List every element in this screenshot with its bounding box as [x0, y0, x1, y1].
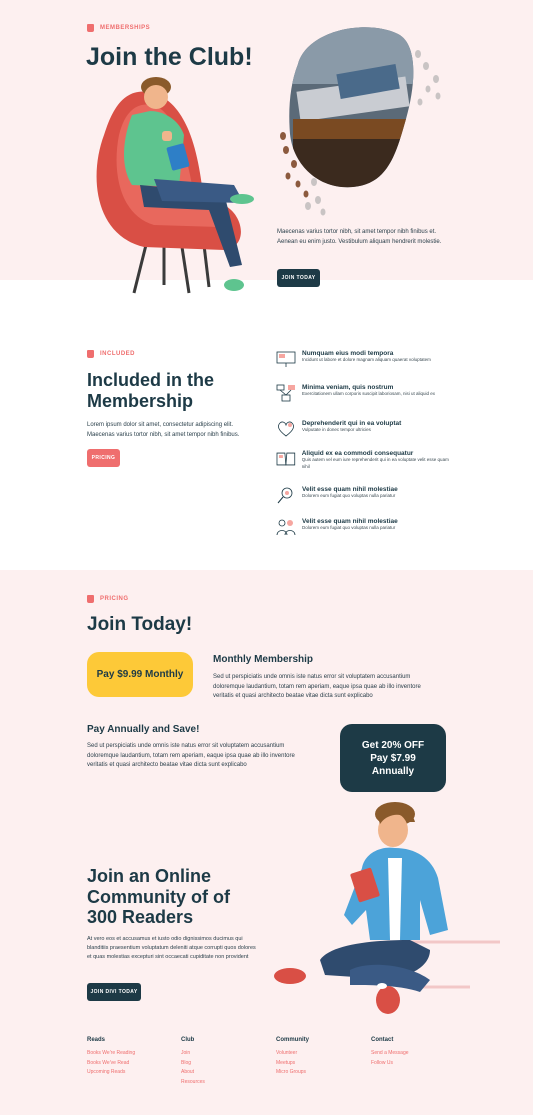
hero-background: [0, 0, 533, 300]
feature-item: Deprehenderit qui in ea voluptat Vulputa…: [276, 420, 456, 450]
footer-link[interactable]: Meetups: [276, 1059, 371, 1069]
footer-heading: Contact: [371, 1037, 394, 1043]
included-description: Lorem ipsum dolor sit amet, consectetur …: [87, 422, 240, 438]
footer-link[interactable]: Volunteer: [276, 1049, 371, 1059]
hero-description: Maecenas varius tortor nibh, sit amet te…: [277, 229, 442, 245]
pricing-eyebrow-label: PRICING: [100, 596, 129, 602]
feature-item: Aliquid ex ea commodi consequatur Quis a…: [276, 450, 456, 486]
footer-link[interactable]: About: [181, 1068, 276, 1078]
seated-reader-illustration: [274, 802, 500, 1014]
footer-column-club: Club Join Blog About Resources: [181, 1037, 276, 1087]
included-title-line2: Membership: [87, 390, 194, 411]
footer-column-community: Community Volunteer Meetups Micro Groups: [276, 1037, 371, 1078]
feature-description: Vulputate in donec tempor ultricies: [302, 427, 371, 432]
feature-item: Numquam eius modi tempora Incidunt ut la…: [276, 350, 456, 384]
pricing-title: Join Today!: [87, 614, 193, 635]
feature-title: Aliquid ex ea commodi consequatur: [301, 450, 414, 457]
reader-in-chair-illustration: [96, 77, 254, 294]
search-person-icon: [277, 487, 293, 504]
features-list: Numquam eius modi tempora Incidunt ut la…: [276, 350, 456, 548]
community-title: Join an Online Community of of 300 Reade…: [87, 866, 230, 928]
footer-link[interactable]: Follow Us: [371, 1059, 466, 1069]
feature-title: Minima veniam, quis nostrum: [302, 384, 394, 391]
monthly-description: Sed ut perspiciatis unde omnis iste natu…: [213, 674, 421, 700]
annual-price-line2: Pay $7.99: [370, 752, 416, 764]
annual-price-line1: Get 20% OFF: [361, 739, 425, 751]
pricing-button[interactable]: PRICING: [87, 449, 120, 467]
footer-link[interactable]: Blog: [181, 1059, 276, 1069]
cup-icon: [87, 595, 94, 603]
footer-link[interactable]: Upcoming Reads: [87, 1068, 182, 1078]
feature-description: Incidunt ut labore et dolore magnam aliq…: [302, 357, 431, 362]
open-book-icon: [276, 452, 296, 466]
footer-heading: Reads: [87, 1037, 106, 1043]
feature-title: Velit esse quam nihil molestiae: [302, 486, 398, 493]
monthly-title: Monthly Membership: [213, 654, 314, 665]
pricing-eyebrow: PRICING: [87, 595, 129, 603]
footer-heading: Community: [276, 1037, 309, 1043]
reading-photo-blob: [280, 27, 441, 216]
feature-description: Exercitationem ullam corporis suscipit l…: [302, 391, 436, 396]
footer-link[interactable]: Join: [181, 1049, 276, 1059]
community-description: At vero eos et accusamus et iusto odio d…: [87, 936, 256, 960]
presentation-icon: [276, 351, 296, 367]
included-eyebrow-label: INCLUDED: [100, 351, 135, 357]
cup-icon: [87, 350, 94, 358]
feature-description: Quis autem vel eum iure reprehenderit qu…: [301, 457, 449, 469]
footer-link[interactable]: Books We're Reading: [87, 1049, 182, 1059]
footer-link[interactable]: Books We've Read: [87, 1059, 182, 1069]
included-eyebrow: INCLUDED: [87, 350, 135, 358]
annual-price-card[interactable]: Get 20% OFF Pay $7.99 Annually: [340, 724, 446, 792]
annual-title: Pay Annually and Save!: [87, 724, 200, 735]
hero-title: Join the Club!: [86, 43, 253, 71]
feature-description: Dolorem eum fugiat quo voluptas nulla pa…: [302, 493, 396, 498]
community-title-line3: 300 Readers: [87, 907, 194, 928]
footer-link[interactable]: Resources: [181, 1078, 276, 1088]
group-icon: [276, 519, 296, 536]
community-title-line2: Community of of: [87, 886, 230, 907]
community-title-line1: Join an Online: [87, 866, 212, 886]
hero-wave-divider: [0, 282, 533, 320]
footer-column-reads: Reads Books We're Reading Books We've Re…: [87, 1037, 182, 1078]
hero-eyebrow: MEMBERSHIPS: [87, 24, 150, 32]
footer-link[interactable]: Send a Message: [371, 1049, 466, 1059]
annual-description: Sed ut perspiciatis unde omnis iste natu…: [87, 743, 295, 769]
flowchart-icon: [276, 384, 295, 402]
join-today-button[interactable]: JOIN TODAY: [277, 269, 320, 287]
heart-icon: [278, 421, 294, 437]
join-divi-today-button[interactable]: JOIN DIVI TODAY: [87, 983, 141, 1001]
annual-price-line3: Annually: [371, 765, 415, 777]
included-title-line1: Included in the: [87, 370, 215, 390]
included-title: Included in the Membership: [87, 370, 237, 411]
feature-item: Velit esse quam nihil molestiae Dolorem …: [276, 518, 456, 548]
feature-item: Minima veniam, quis nostrum Exercitation…: [276, 384, 456, 420]
feature-title: Numquam eius modi tempora: [302, 350, 394, 357]
feature-title: Velit esse quam nihil molestiae: [302, 518, 398, 525]
cup-icon: [87, 24, 94, 32]
hero-eyebrow-label: MEMBERSHIPS: [100, 25, 151, 31]
monthly-price-card[interactable]: Pay $9.99 Monthly: [87, 652, 193, 697]
footer-link[interactable]: Micro Groups: [276, 1068, 371, 1078]
footer-heading: Club: [181, 1037, 195, 1043]
feature-item: Velit esse quam nihil molestiae Dolorem …: [276, 486, 456, 518]
feature-description: Dolorem eum fugiat quo voluptas nulla pa…: [302, 525, 396, 530]
feature-title: Deprehenderit qui in ea voluptat: [302, 420, 402, 427]
footer-column-contact: Contact Send a Message Follow Us: [371, 1037, 466, 1068]
